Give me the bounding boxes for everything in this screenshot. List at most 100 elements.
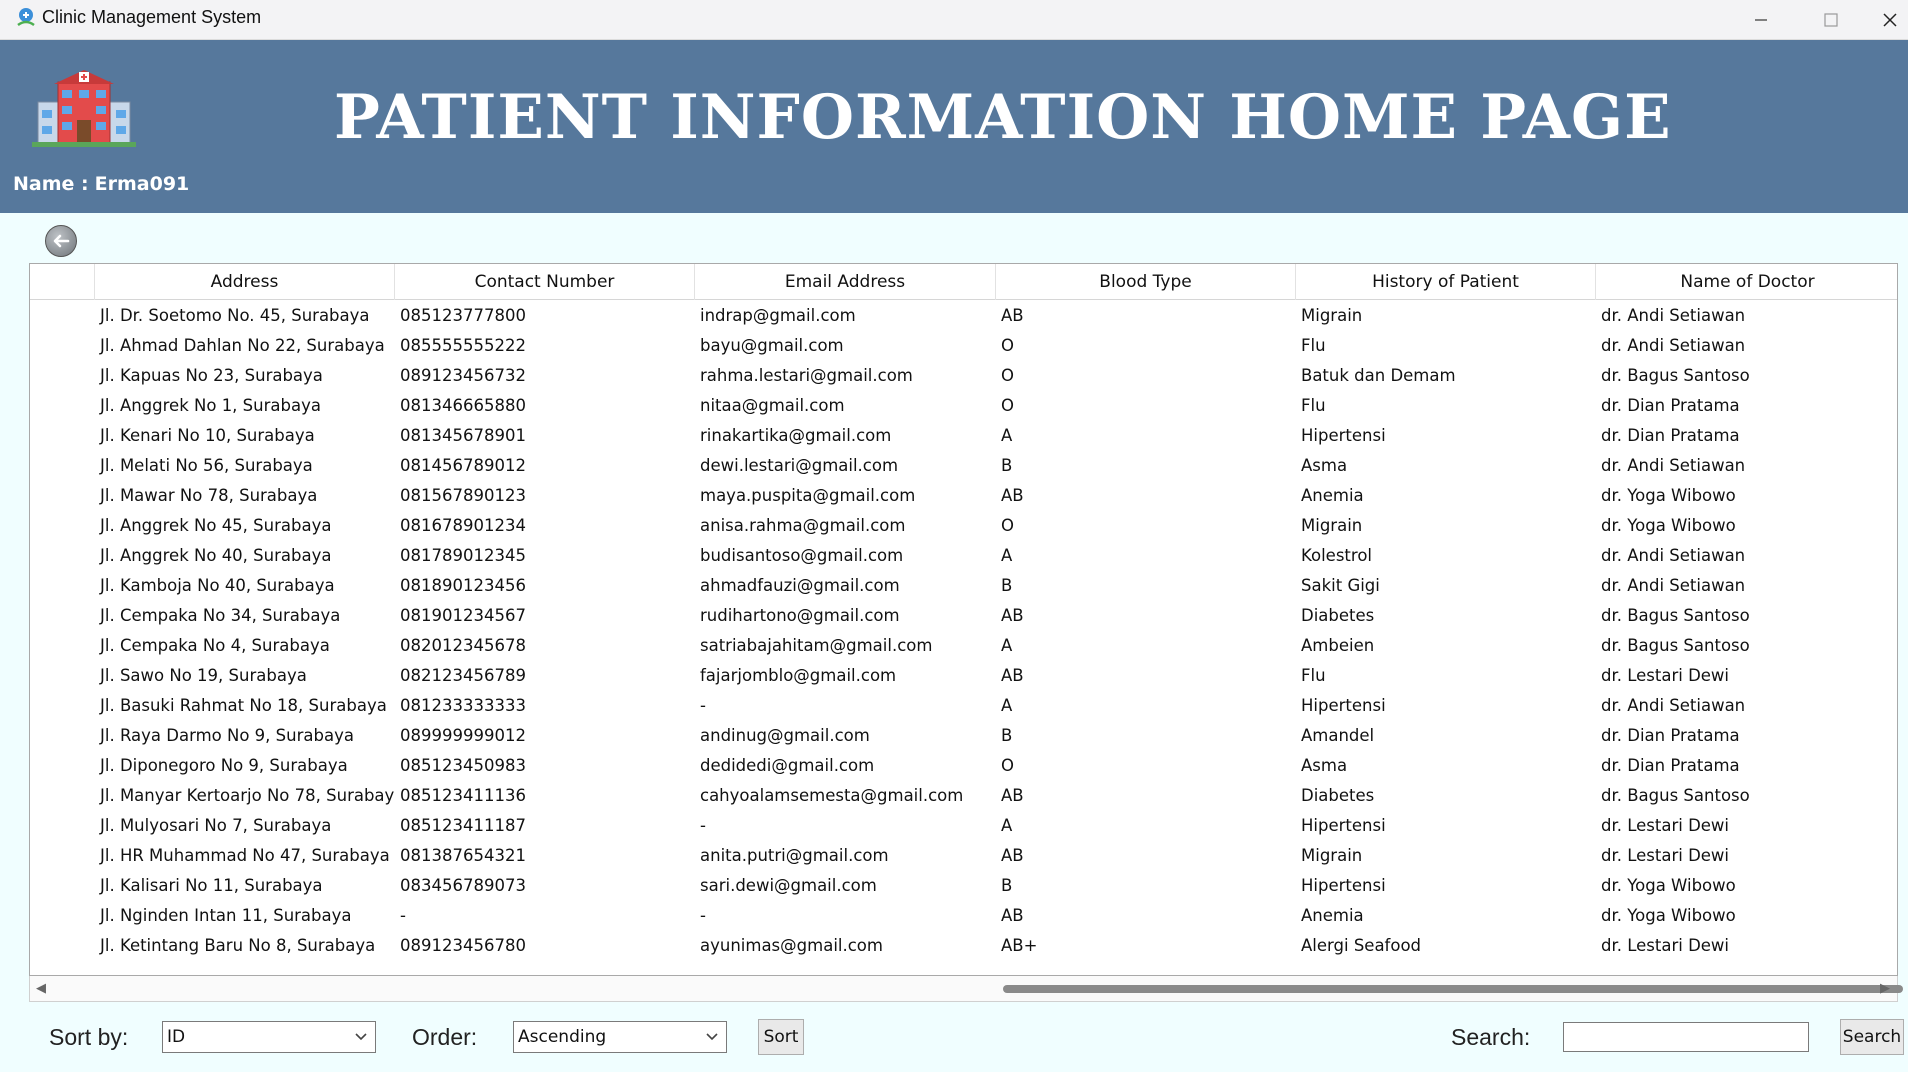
cell-email-address: ahmadfauzi@gmail.com: [700, 576, 900, 595]
table-row[interactable]: Jl. Mulyosari No 7, Surabaya 085123411187…: [30, 811, 1897, 841]
cell-history-of-patient: Flu: [1301, 336, 1326, 355]
cell-name-of-doctor: dr. Yoga Wibowo: [1601, 876, 1736, 895]
cell-email-address: maya.puspita@gmail.com: [700, 486, 916, 505]
cell-contact-number: 085123411187: [400, 816, 526, 835]
table-row[interactable]: Jl. Anggrek No 45, Surabaya 081678901234 a…: [30, 511, 1897, 541]
cell-history-of-patient: Anemia: [1301, 486, 1364, 505]
cell-contact-number: 081567890123: [400, 486, 526, 505]
table-row[interactable]: Jl. Melati No 56, Surabaya 081456789012 de…: [30, 451, 1897, 481]
cell-email-address: -: [700, 906, 706, 925]
cell-blood-type: AB: [1001, 606, 1024, 625]
table-row[interactable]: Jl. Mawar No 78, Surabaya 081567890123 may…: [30, 481, 1897, 511]
column-header-contact-number[interactable]: Contact Number: [394, 264, 694, 300]
cell-address: Jl. Ahmad Dahlan No 22, Surabaya: [100, 336, 385, 355]
table-row[interactable]: Jl. Nginden Intan 11, Surabaya - - AB Anemia…: [30, 901, 1897, 931]
cell-blood-type: B: [1001, 456, 1013, 475]
window-title: Clinic Management System: [42, 7, 262, 27]
cell-name-of-doctor: dr. Andi Setiawan: [1601, 546, 1746, 565]
cell-history-of-patient: Hipertensi: [1301, 876, 1386, 895]
table-row[interactable]: Jl. Ahmad Dahlan No 22, Surabaya 08555555…: [30, 331, 1897, 361]
cell-history-of-patient: Hipertensi: [1301, 816, 1386, 835]
cell-address: Jl. Dr. Soetomo No. 45, Surabaya: [100, 306, 370, 325]
cell-address: Jl. Anggrek No 1, Surabaya: [100, 396, 321, 415]
cell-name-of-doctor: dr. Dian Pratama: [1601, 396, 1740, 415]
table-row[interactable]: Jl. Manyar Kertoarjo No 78, Surabaya 0851…: [30, 781, 1897, 811]
cell-address: Jl. Diponegoro No 9, Surabaya: [100, 756, 348, 775]
cell-contact-number: -: [400, 906, 406, 925]
table-row[interactable]: Jl. Cempaka No 4, Surabaya 082012345678 sa…: [30, 631, 1897, 661]
cell-contact-number: 081890123456: [400, 576, 526, 595]
cell-name-of-doctor: dr. Andi Setiawan: [1601, 576, 1746, 595]
cell-blood-type: AB: [1001, 786, 1024, 805]
cell-address: Jl. Mulyosari No 7, Surabaya: [100, 816, 332, 835]
patient-table[interactable]: Address Contact Number Email Address Blood …: [29, 263, 1898, 976]
cell-blood-type: B: [1001, 726, 1013, 745]
scroll-left-icon[interactable]: ◀: [36, 981, 46, 996]
cell-email-address: sari.dewi@gmail.com: [700, 876, 877, 895]
table-row[interactable]: Jl. Dr. Soetomo No. 45, Surabaya 08512377…: [30, 301, 1897, 331]
cell-name-of-doctor: dr. Yoga Wibowo: [1601, 906, 1736, 925]
cell-address: Jl. Anggrek No 45, Surabaya: [100, 516, 332, 535]
search-label: Search:: [1451, 1024, 1531, 1050]
maximize-button[interactable]: [1802, 0, 1860, 40]
cell-history-of-patient: Hipertensi: [1301, 696, 1386, 715]
table-row[interactable]: Jl. Kalisari No 11, Surabaya 083456789073…: [30, 871, 1897, 901]
cell-blood-type: AB: [1001, 906, 1024, 925]
search-input[interactable]: [1563, 1022, 1809, 1052]
search-button[interactable]: Search: [1840, 1019, 1904, 1055]
cell-blood-type: O: [1001, 336, 1014, 355]
column-header-address[interactable]: Address: [94, 264, 394, 300]
cell-address: Jl. HR Muhammad No 47, Surabaya: [100, 846, 390, 865]
table-row[interactable]: Jl. Sawo No 19, Surabaya 082123456789 faja…: [30, 661, 1897, 691]
column-header-email-address[interactable]: Email Address: [694, 264, 995, 300]
table-header: Address Contact Number Email Address Blood …: [30, 264, 1897, 300]
column-header-blood-type[interactable]: Blood Type: [995, 264, 1295, 300]
cell-history-of-patient: Migrain: [1301, 516, 1363, 535]
clinic-app-icon: [17, 8, 35, 27]
cell-email-address: dedidedi@gmail.com: [700, 756, 875, 775]
cell-blood-type: AB: [1001, 306, 1024, 325]
cell-blood-type: A: [1001, 636, 1013, 655]
column-header-history-of-patient[interactable]: History of Patient: [1295, 264, 1595, 300]
cell-history-of-patient: Amandel: [1301, 726, 1375, 745]
cell-email-address: fajarjomblo@gmail.com: [700, 666, 897, 685]
cell-blood-type: A: [1001, 426, 1013, 445]
scrollbar-thumb[interactable]: [1003, 985, 1903, 993]
table-row[interactable]: Jl. HR Muhammad No 47, Surabaya 081387654…: [30, 841, 1897, 871]
back-button[interactable]: [45, 225, 77, 257]
cell-history-of-patient: Diabetes: [1301, 786, 1375, 805]
cell-email-address: nitaa@gmail.com: [700, 396, 845, 415]
table-row[interactable]: Jl. Ketintang Baru No 8, Surabaya 0891234…: [30, 931, 1897, 961]
horizontal-scrollbar[interactable]: ◀ ▶: [29, 976, 1903, 1002]
sort-button[interactable]: Sort: [758, 1019, 804, 1055]
cell-name-of-doctor: dr. Andi Setiawan: [1601, 336, 1746, 355]
table-row[interactable]: Jl. Cempaka No 34, Surabaya 081901234567 r…: [30, 601, 1897, 631]
sort-by-label: Sort by:: [49, 1024, 129, 1050]
minimize-button[interactable]: [1732, 0, 1790, 40]
scroll-right-icon[interactable]: ▶: [1880, 981, 1890, 996]
table-row[interactable]: Jl. Diponegoro No 9, Surabaya 08512345098…: [30, 751, 1897, 781]
cell-blood-type: O: [1001, 396, 1014, 415]
cell-contact-number: 089999999012: [400, 726, 526, 745]
chevron-down-icon: [704, 1023, 720, 1051]
cell-history-of-patient: Kolestrol: [1301, 546, 1372, 565]
table-row[interactable]: Jl. Anggrek No 1, Surabaya 081346665880 ni…: [30, 391, 1897, 421]
table-row[interactable]: Jl. Kamboja No 40, Surabaya 081890123456 a…: [30, 571, 1897, 601]
table-row[interactable]: Jl. Kapuas No 23, Surabaya 089123456732 ra…: [30, 361, 1897, 391]
cell-contact-number: 081901234567: [400, 606, 526, 625]
cell-contact-number: 085123411136: [400, 786, 526, 805]
cell-email-address: indrap@gmail.com: [700, 306, 856, 325]
column-header-name-of-doctor[interactable]: Name of Doctor: [1595, 264, 1897, 300]
cell-history-of-patient: Anemia: [1301, 906, 1364, 925]
table-row[interactable]: Jl. Raya Darmo No 9, Surabaya 08999999901…: [30, 721, 1897, 751]
order-select[interactable]: Ascending: [513, 1021, 727, 1053]
cell-email-address: budisantoso@gmail.com: [700, 546, 904, 565]
table-row[interactable]: Jl. Basuki Rahmat No 18, Surabaya 0812333…: [30, 691, 1897, 721]
page-title: PATIENT INFORMATION HOME PAGE: [334, 82, 1672, 153]
table-row[interactable]: Jl. Anggrek No 40, Surabaya 081789012345 b…: [30, 541, 1897, 571]
cell-blood-type: A: [1001, 696, 1013, 715]
cell-address: Jl. Kalisari No 11, Surabaya: [100, 876, 323, 895]
table-row[interactable]: Jl. Kenari No 10, Surabaya 081345678901 ri…: [30, 421, 1897, 451]
close-button[interactable]: [1872, 0, 1908, 40]
sort-by-select[interactable]: ID: [162, 1021, 376, 1053]
